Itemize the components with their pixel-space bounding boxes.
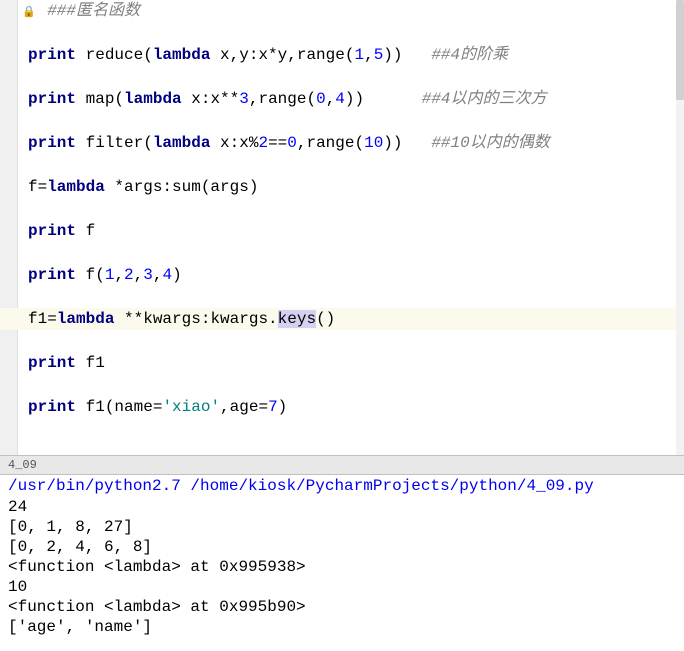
console-line: [0, 1, 8, 27]	[0, 517, 684, 537]
comment: ###匿名函数	[47, 2, 140, 20]
code-line-blank	[0, 110, 684, 132]
console-line: 10	[0, 577, 684, 597]
code-line-blank	[0, 154, 684, 176]
code-line-blank	[0, 22, 684, 44]
code-line: print f	[0, 220, 684, 242]
code-line: print reduce(lambda x,y:x*y,range(1,5)) …	[0, 44, 684, 66]
console-tab[interactable]: 4_09	[0, 455, 684, 475]
lock-icon: 🔒	[22, 2, 36, 24]
code-line-blank	[0, 330, 684, 352]
console-line: <function <lambda> at 0x995938>	[0, 557, 684, 577]
code-line: f=lambda *args:sum(args)	[0, 176, 684, 198]
code-line: print map(lambda x:x**3,range(0,4)) ##4以…	[0, 88, 684, 110]
scrollbar-track[interactable]	[676, 0, 684, 455]
code-editor[interactable]: 🔒 ###匿名函数 print reduce(lambda x,y:x*y,ra…	[0, 0, 684, 455]
console-line: 24	[0, 497, 684, 517]
code-line: 🔒 ###匿名函数	[0, 0, 684, 22]
code-line: print f(1,2,3,4)	[0, 264, 684, 286]
highlighted-token: keys	[278, 310, 316, 328]
code-line: print filter(lambda x:x%2==0,range(10)) …	[0, 132, 684, 154]
console-line: [0, 2, 4, 6, 8]	[0, 537, 684, 557]
scrollbar-thumb[interactable]	[676, 0, 684, 100]
console-command: /usr/bin/python2.7 /home/kiosk/PycharmPr…	[0, 475, 684, 497]
code-line-blank	[0, 66, 684, 88]
console-line: ['age', 'name']	[0, 617, 684, 637]
code-line-blank	[0, 242, 684, 264]
console-output-area[interactable]: /usr/bin/python2.7 /home/kiosk/PycharmPr…	[0, 475, 684, 637]
code-line-blank	[0, 198, 684, 220]
code-line: print f1(name='xiao',age=7)	[0, 396, 684, 418]
code-line: print f1	[0, 352, 684, 374]
console-line: <function <lambda> at 0x995b90>	[0, 597, 684, 617]
code-line-current: f1=lambda **kwargs:kwargs.keys()	[0, 308, 684, 330]
code-line-blank	[0, 286, 684, 308]
code-line-blank	[0, 374, 684, 396]
